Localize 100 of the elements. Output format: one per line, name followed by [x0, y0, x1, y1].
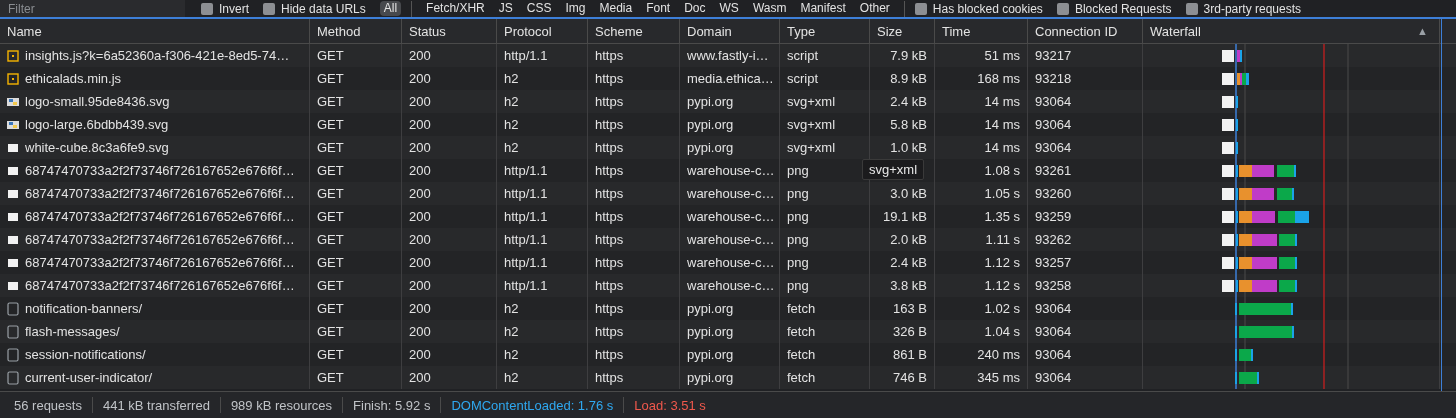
name-cell[interactable]: 68747470733a2f2f73746f726167652e676f6f…	[25, 209, 295, 224]
timing-bar	[1222, 188, 1294, 200]
protocol-cell: http/1.1	[504, 163, 548, 178]
status-text: 441 kB transferred	[102, 397, 210, 413]
image-thumbnail-icon	[7, 188, 19, 199]
name-cell[interactable]: session-notifications/	[25, 347, 146, 362]
scheme-cell: https	[595, 301, 624, 316]
type-filter-button[interactable]: Doc	[680, 1, 710, 16]
protocol-cell: http/1.1	[504, 186, 548, 201]
status-cell: 200	[409, 255, 431, 270]
domain-cell: warehouse-c…	[687, 232, 775, 247]
domain-cell: www.fastly-i…	[687, 48, 769, 63]
method-cell: GET	[317, 370, 344, 385]
checkbox-icon[interactable]	[263, 2, 275, 15]
column-header[interactable]: Connection ID	[1028, 19, 1143, 43]
checkbox-icon[interactable]	[914, 2, 927, 15]
filter-checkbox[interactable]: 3rd-party requests	[1185, 1, 1301, 16]
scheme-cell: https	[595, 48, 624, 63]
size-cell: 746 B	[893, 370, 927, 385]
column-header[interactable]: Size	[870, 19, 935, 43]
name-cell[interactable]: logo-large.6bdbb439.svg	[25, 117, 169, 132]
scheme-cell: https	[595, 209, 624, 224]
column-header[interactable]: Name	[0, 19, 310, 43]
method-cell: GET	[317, 278, 344, 293]
column-header[interactable]: Time	[935, 19, 1028, 43]
timing-bar	[1235, 303, 1293, 315]
name-cell[interactable]: current-user-indicator/	[25, 370, 153, 385]
status-text: 56 requests	[14, 397, 82, 413]
column-header[interactable]: Type	[780, 19, 870, 43]
column-header[interactable]: Status	[402, 19, 497, 43]
connection-id-cell: 93064	[1035, 324, 1072, 339]
type-cell: fetch	[787, 324, 816, 339]
name-cell[interactable]: logo-small.95de8436.svg	[25, 94, 170, 109]
time-cell: 1.12 s	[984, 278, 1020, 293]
scheme-cell: https	[595, 140, 624, 155]
type-filter-button[interactable]: WS	[715, 1, 743, 16]
filter-checkbox[interactable]: Hide data URLs	[263, 1, 366, 16]
name-cell[interactable]: 68747470733a2f2f73746f726167652e676f6f…	[25, 163, 295, 178]
scheme-cell: https	[595, 278, 624, 293]
filter-checkbox[interactable]: Blocked Requests	[1056, 1, 1172, 16]
protocol-cell: h2	[504, 370, 519, 385]
name-cell[interactable]: insights.js?k=6a52360a-f306-421e-8ed5-74…	[25, 48, 290, 63]
type-cell: png	[787, 186, 809, 201]
checkbox-label: Blocked Requests	[1074, 1, 1172, 16]
connection-id-cell: 93258	[1035, 278, 1072, 293]
protocol-cell: http/1.1	[504, 255, 548, 270]
type-filter-button[interactable]: JS	[494, 1, 517, 16]
name-cell[interactable]: white-cube.8c3a6fe9.svg	[25, 140, 169, 155]
time-cell: 1.11 s	[985, 232, 1020, 247]
method-cell: GET	[317, 117, 344, 132]
connection-id-cell: 93260	[1035, 186, 1072, 201]
column-header[interactable]: Protocol	[497, 19, 588, 43]
name-cell[interactable]: flash-messages/	[25, 324, 120, 339]
name-cell[interactable]: ethicalads.min.js	[25, 71, 122, 86]
type-cell: png	[787, 278, 809, 293]
scheme-cell: https	[595, 255, 624, 270]
method-cell: GET	[317, 140, 344, 155]
name-cell[interactable]: 68747470733a2f2f73746f726167652e676f6f…	[25, 232, 295, 247]
type-cell: script	[787, 71, 819, 86]
protocol-cell: h2	[504, 117, 519, 132]
protocol-cell: h2	[504, 324, 519, 339]
column-header-label: Method	[317, 23, 361, 39]
filter-checkbox[interactable]: Invert	[201, 1, 249, 16]
checkbox-icon[interactable]	[1056, 2, 1069, 15]
timing-bar	[1235, 326, 1294, 338]
method-cell: GET	[317, 48, 344, 63]
name-cell[interactable]: 68747470733a2f2f73746f726167652e676f6f…	[25, 186, 295, 201]
type-cell: svg+xml	[787, 140, 836, 155]
domain-cell: pypi.org	[687, 370, 734, 385]
size-cell: 3.0 kB	[890, 186, 927, 201]
type-cell: svg+xml	[787, 117, 836, 132]
status-cell: 200	[409, 209, 431, 224]
type-filter-button[interactable]: All	[379, 1, 402, 16]
name-cell[interactable]: notification-banners/	[25, 301, 143, 316]
checkbox-label: 3rd-party requests	[1203, 1, 1301, 16]
column-header[interactable]: Waterfall ▲	[1143, 19, 1440, 43]
type-filter-button[interactable]: Img	[561, 1, 590, 16]
type-filter-button[interactable]: Media	[595, 1, 637, 16]
name-cell[interactable]: 68747470733a2f2f73746f726167652e676f6f…	[25, 255, 295, 270]
method-cell: GET	[317, 71, 344, 86]
protocol-cell: h2	[504, 140, 519, 155]
scheme-cell: https	[595, 324, 624, 339]
type-filter-button[interactable]: CSS	[522, 1, 556, 16]
type-filter-button[interactable]: Other	[855, 1, 894, 16]
checkbox-icon[interactable]	[201, 2, 213, 15]
type-filter-button[interactable]: Manifest	[796, 1, 850, 16]
image-thumbnail-icon	[7, 211, 19, 222]
type-filter-button[interactable]: Fetch/XHR	[422, 1, 489, 16]
column-header[interactable]: Domain	[680, 19, 780, 43]
scheme-cell: https	[595, 94, 624, 109]
sort-indicator[interactable]: ▲	[1417, 25, 1428, 37]
status-cell: 200	[409, 163, 431, 178]
column-header[interactable]: Method	[310, 19, 402, 43]
column-header[interactable]: Scheme	[588, 19, 680, 43]
column-header-label: Type	[787, 23, 816, 39]
type-filter-button[interactable]: Wasm	[748, 1, 791, 16]
checkbox-icon[interactable]	[1185, 2, 1198, 15]
type-filter-button[interactable]: Font	[642, 1, 675, 16]
name-cell[interactable]: 68747470733a2f2f73746f726167652e676f6f…	[25, 278, 295, 293]
filter-field[interactable]: Filter	[0, 0, 185, 17]
